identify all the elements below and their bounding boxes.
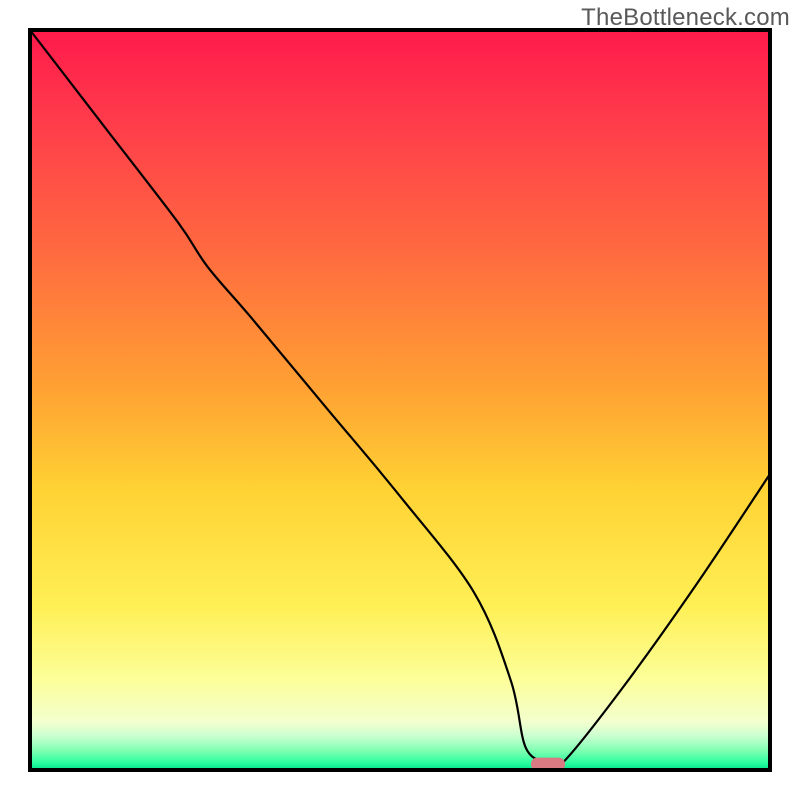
chart-container: TheBottleneck.com [0,0,800,800]
bottleneck-chart [0,0,800,800]
plot-background [30,30,770,770]
watermark-text: TheBottleneck.com [581,4,790,32]
